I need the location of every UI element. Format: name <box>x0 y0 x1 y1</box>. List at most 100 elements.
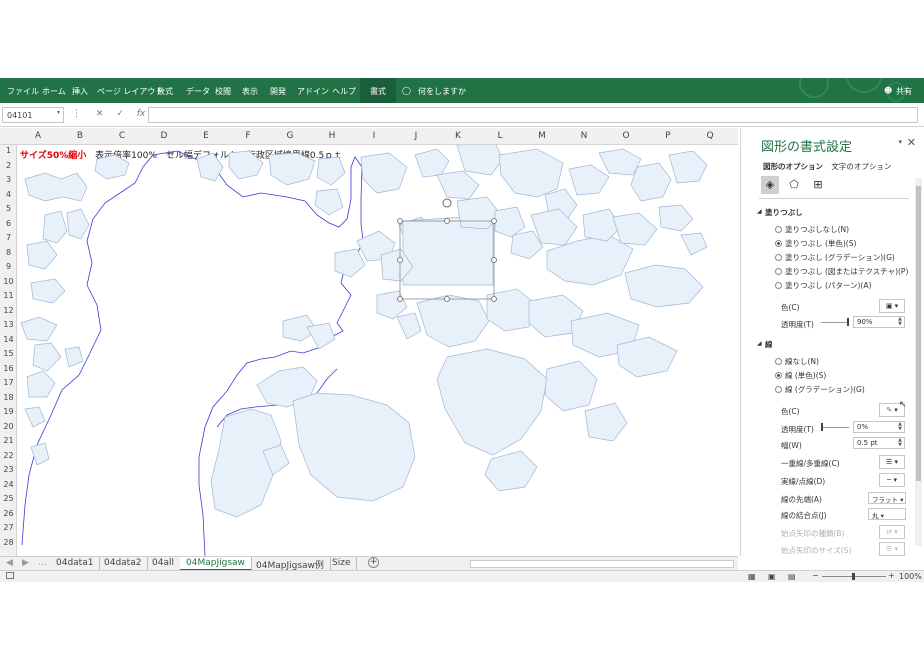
fill-option[interactable]: 塗りつぶしなし(N) <box>775 224 849 235</box>
row-header[interactable]: 25 <box>0 494 17 503</box>
row-header[interactable]: 6 <box>0 219 17 228</box>
tell-me-label[interactable]: 何をしますか <box>418 86 466 97</box>
name-box-dropdown-icon[interactable]: ▾ <box>57 109 60 116</box>
line-option[interactable]: 線 (グラデーション)(G) <box>775 384 865 395</box>
dash-type-button[interactable]: ─ ▾ <box>879 473 905 487</box>
fill-color-button[interactable]: ▣ ▾ <box>879 299 905 313</box>
row-header[interactable]: 2 <box>0 161 17 170</box>
sheet-tab-active[interactable]: 04MapJigsaw <box>180 557 252 571</box>
sheet-tab[interactable]: 04MapJigsaw例 <box>250 557 331 571</box>
name-box[interactable]: 04101 <box>2 107 64 123</box>
row-header[interactable]: 26 <box>0 509 17 518</box>
pane-scrollbar[interactable] <box>915 178 922 546</box>
normal-view-icon[interactable]: ▦ <box>748 572 756 581</box>
row-header[interactable]: 23 <box>0 465 17 474</box>
fill-transparency-slider[interactable] <box>821 322 849 323</box>
spinner-icon[interactable]: ▲ ▼ <box>898 317 902 327</box>
formula-input[interactable] <box>148 107 918 123</box>
begin-arrow-size-button[interactable]: ☰ ▾ <box>879 542 905 556</box>
macro-record-icon[interactable] <box>6 572 14 579</box>
tab-help[interactable]: ヘルプ <box>332 86 356 97</box>
collapse-line-icon[interactable]: ◢ <box>757 340 762 347</box>
tab-home[interactable]: ホーム <box>42 86 66 97</box>
page-break-view-icon[interactable]: ▤ <box>788 572 796 581</box>
column-header[interactable]: G <box>269 131 311 141</box>
line-option[interactable]: 線 (単色)(S) <box>775 370 826 381</box>
row-header[interactable]: 3 <box>0 175 17 184</box>
row-header[interactable]: 9 <box>0 262 17 271</box>
sheet-nav-prev-icon[interactable]: ◀ <box>6 558 13 568</box>
column-header[interactable]: K <box>437 131 479 141</box>
compound-type-button[interactable]: ☰ ▾ <box>879 455 905 469</box>
horizontal-scrollbar[interactable] <box>470 560 734 568</box>
enter-icon[interactable]: ✓ <box>116 109 124 119</box>
tab-format[interactable]: 書式 <box>360 78 396 103</box>
fill-option[interactable]: 塗りつぶし (図またはテクスチャ)(P) <box>775 266 908 277</box>
tab-text-options[interactable]: 文字のオプション <box>831 162 891 171</box>
share-label[interactable]: 共有 <box>896 86 912 97</box>
column-header[interactable]: E <box>185 131 227 141</box>
cap-type-dropdown[interactable]: フラット ▾ <box>868 492 906 504</box>
row-header[interactable]: 24 <box>0 480 17 489</box>
row-header[interactable]: 5 <box>0 204 17 213</box>
column-header[interactable]: I <box>353 131 395 141</box>
column-header[interactable]: L <box>479 131 521 141</box>
effects-icon[interactable]: ⬠ <box>785 176 803 194</box>
zoom-slider-thumb[interactable] <box>852 573 855 580</box>
zoom-in-icon[interactable]: + <box>888 571 895 580</box>
pane-options-icon[interactable]: ▾ <box>898 138 902 146</box>
row-header[interactable]: 21 <box>0 436 17 445</box>
tell-me-icon[interactable]: ◯ <box>402 86 411 95</box>
sheet-nav-next-icon[interactable]: ▶ <box>22 558 29 568</box>
zoom-out-icon[interactable]: − <box>812 571 819 580</box>
fill-transparency-input[interactable]: 90% ▲ ▼ <box>853 316 905 328</box>
pane-scrollbar-thumb[interactable] <box>916 186 921 481</box>
row-header[interactable]: 12 <box>0 306 17 315</box>
spinner-icon[interactable]: ▲ ▼ <box>898 422 902 432</box>
fill-transparency-thumb[interactable] <box>847 318 849 326</box>
line-section-header[interactable]: 線 <box>765 339 773 350</box>
row-header[interactable]: 28 <box>0 538 17 547</box>
row-header[interactable]: 20 <box>0 422 17 431</box>
row-header[interactable]: 18 <box>0 393 17 402</box>
row-header[interactable]: 10 <box>0 277 17 286</box>
fill-option[interactable]: 塗りつぶし (単色)(S) <box>775 238 856 249</box>
tab-data[interactable]: データ <box>186 86 210 97</box>
fill-option[interactable]: 塗りつぶし (グラデーション)(G) <box>775 252 895 263</box>
spinner-icon[interactable]: ▲ ▼ <box>898 438 902 448</box>
column-header[interactable]: Q <box>689 131 731 141</box>
line-transparency-slider[interactable] <box>821 427 849 428</box>
line-transparency-thumb[interactable] <box>821 423 823 431</box>
sheet-tab[interactable]: 04data2 <box>98 557 149 571</box>
join-type-dropdown[interactable]: 丸 ▾ <box>868 508 906 520</box>
column-header[interactable]: H <box>311 131 353 141</box>
zoom-level[interactable]: 100% <box>899 572 922 581</box>
row-header[interactable]: 19 <box>0 407 17 416</box>
column-header[interactable]: F <box>227 131 269 141</box>
row-header[interactable]: 17 <box>0 378 17 387</box>
row-header[interactable]: 13 <box>0 320 17 329</box>
sheet-tab[interactable]: Size <box>326 557 358 571</box>
size-properties-icon[interactable]: ⊞ <box>809 176 827 194</box>
tab-page-layout[interactable]: ページ レイアウト <box>97 86 163 97</box>
row-header[interactable]: 4 <box>0 190 17 199</box>
tab-review[interactable]: 校閲 <box>215 86 231 97</box>
share-icon[interactable]: ☻ <box>884 86 892 95</box>
row-header[interactable]: 8 <box>0 248 17 257</box>
line-option[interactable]: 線なし(N) <box>775 356 819 367</box>
insert-function-icon[interactable]: fx <box>137 109 146 119</box>
line-transparency-input[interactable]: 0% ▲ ▼ <box>853 421 905 433</box>
begin-arrow-type-button[interactable]: ⇄ ▾ <box>879 525 905 539</box>
tab-view[interactable]: 表示 <box>242 86 258 97</box>
tab-file[interactable]: ファイル <box>7 86 39 97</box>
column-header[interactable]: B <box>59 131 101 141</box>
column-header[interactable]: M <box>521 131 563 141</box>
worksheet-grid[interactable]: A B C D E F G H I J K L M N O P Q 1 2 3 … <box>0 128 738 556</box>
close-icon[interactable]: ✕ <box>907 136 916 149</box>
tab-addins[interactable]: アドイン <box>297 86 329 97</box>
row-header[interactable]: 14 <box>0 335 17 344</box>
sheet-tab[interactable]: 04data1 <box>50 557 101 571</box>
column-header[interactable]: A <box>17 131 59 141</box>
add-sheet-icon[interactable]: + <box>368 557 379 568</box>
collapse-fill-icon[interactable]: ◢ <box>757 208 762 215</box>
